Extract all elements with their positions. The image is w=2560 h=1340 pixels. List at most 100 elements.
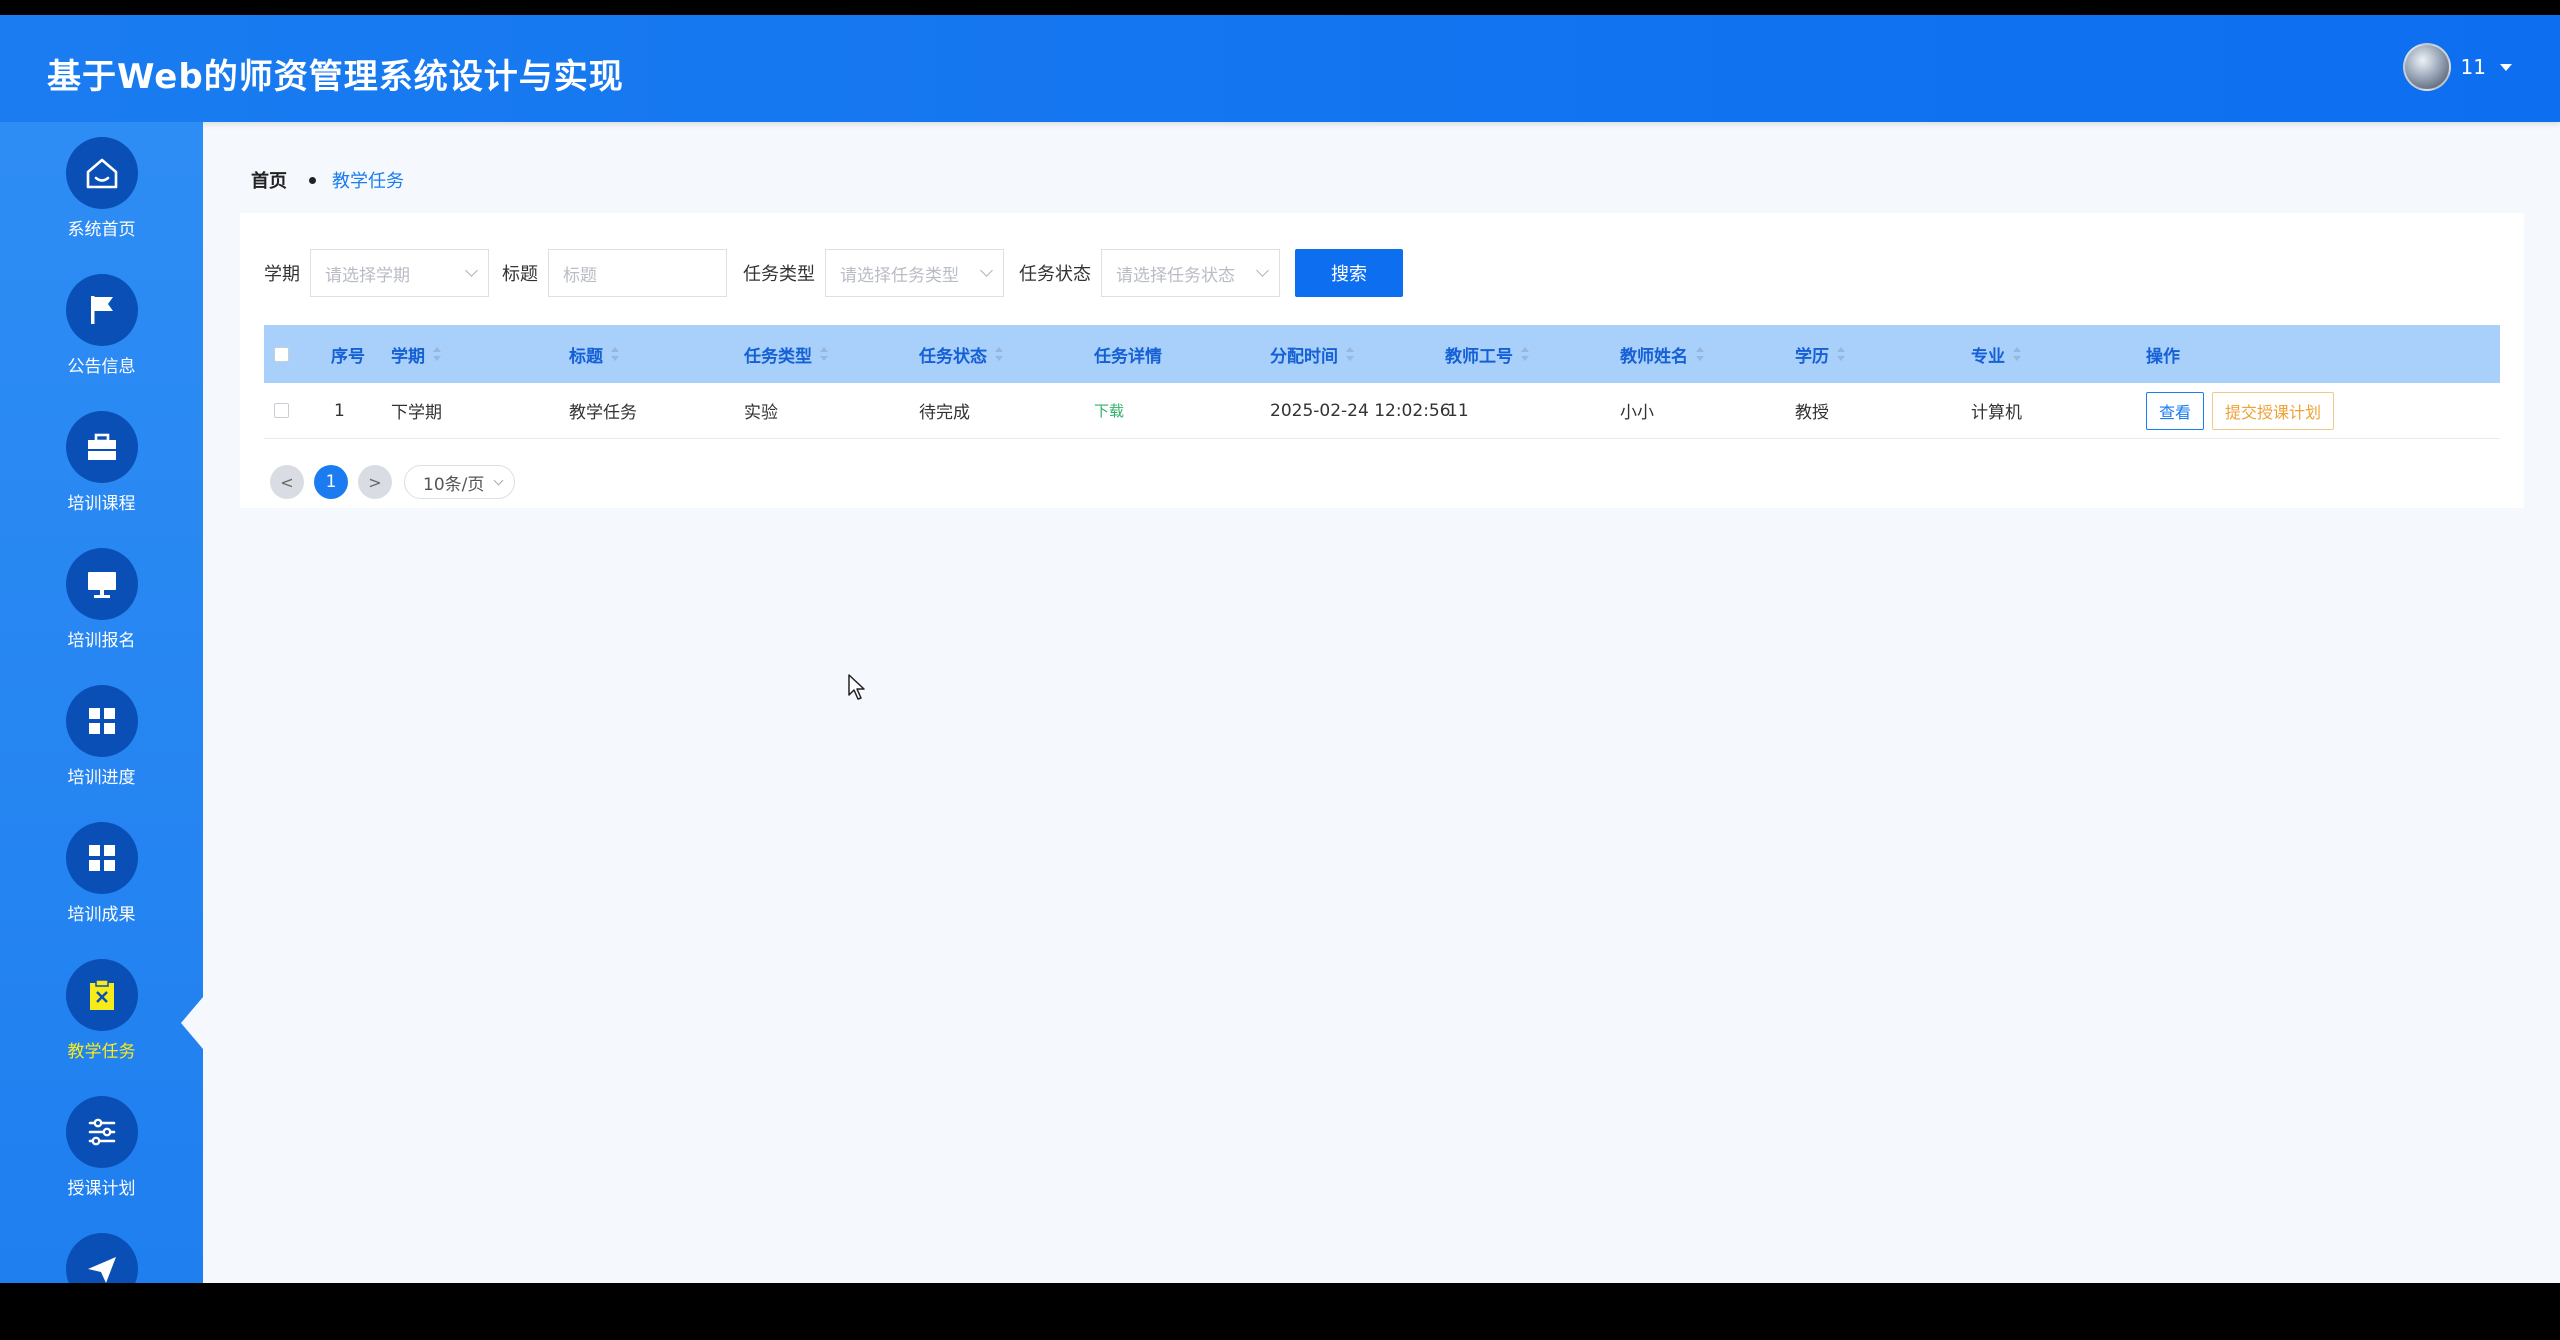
cell-education: 教授 <box>1795 403 1829 423</box>
breadcrumb-current: 教学任务 <box>332 171 404 192</box>
breadcrumb-home[interactable]: 首页 <box>251 167 287 193</box>
sort-icon <box>1346 347 1354 361</box>
sidebar-item-label: 系统首页 <box>67 220 136 240</box>
top-header: 基于Web的师资管理系统设计与实现 11 <box>0 15 2560 122</box>
column-header-detail: 任务详情 <box>1094 346 1162 367</box>
cell-assigned-time: 2025-02-24 12:02:56 <box>1270 400 1451 421</box>
semester-select[interactable]: 请选择学期 <box>310 249 489 297</box>
page-number[interactable]: 1 <box>314 465 348 499</box>
cell-actions: 查看 提交授课计划 <box>2146 391 2335 430</box>
user-menu[interactable]: 11 <box>2402 43 2512 91</box>
sliders-icon <box>65 1096 138 1168</box>
sidebar-item-label: 教学任务 <box>67 1042 136 1062</box>
content-panel: 学期 请选择学期 标题 标题 任务类型 请选择任务类型 任务状态 请选择任务状态 <box>240 213 2524 508</box>
sidebar: 系统首页 公告信息 培训课程 培训报名 培训进度 培训成果 教学任务 授课计划 <box>0 122 203 1283</box>
sidebar-item-more[interactable] <box>0 1233 203 1283</box>
type-filter: 任务类型 请选择任务类型 <box>743 249 1004 297</box>
column-header-teacher-id[interactable]: 教师工号 <box>1445 342 1529 367</box>
sort-icon <box>611 347 619 361</box>
cell-teacher-id: 11 <box>1447 400 1469 421</box>
breadcrumb: 首页 教学任务 <box>251 167 404 193</box>
cell-index: 1 <box>334 400 345 421</box>
sort-icon <box>995 347 1003 361</box>
row-checkbox[interactable] <box>274 403 289 418</box>
send-icon <box>65 1233 138 1283</box>
breadcrumb-separator <box>309 176 316 184</box>
cell-type: 实验 <box>744 403 778 423</box>
mouse-cursor-icon <box>848 674 865 700</box>
monitor-icon <box>65 548 138 620</box>
sidebar-item-lesson-plans[interactable]: 授课计划 <box>0 1096 203 1233</box>
title-label: 标题 <box>502 264 538 285</box>
semester-filter: 学期 请选择学期 <box>264 249 489 297</box>
sidebar-item-registration[interactable]: 培训报名 <box>0 548 203 685</box>
pagination: < 1 > 10条/页 <box>270 465 516 499</box>
semester-label: 学期 <box>264 264 300 285</box>
cell-semester: 下学期 <box>391 403 442 423</box>
active-indicator <box>181 997 203 1049</box>
sidebar-item-results[interactable]: 培训成果 <box>0 822 203 959</box>
cell-major: 计算机 <box>1971 403 2022 423</box>
column-header-index: 序号 <box>331 346 365 367</box>
chevron-down-icon <box>465 264 478 277</box>
username[interactable]: 11 <box>2461 55 2486 79</box>
sidebar-item-teaching-tasks[interactable]: 教学任务 <box>0 959 203 1096</box>
column-header-assigned-time[interactable]: 分配时间 <box>1270 342 1354 367</box>
app-screen: 基于Web的师资管理系统设计与实现 11 系统首页 公告信息 培训课程 培训报名… <box>0 15 2560 1283</box>
column-header-education[interactable]: 学历 <box>1795 342 1845 367</box>
status-select[interactable]: 请选择任务状态 <box>1101 249 1280 297</box>
clipboard-icon <box>65 959 138 1031</box>
select-all-checkbox[interactable] <box>274 346 289 362</box>
sidebar-item-courses[interactable]: 培训课程 <box>0 411 203 548</box>
caret-down-icon[interactable] <box>2500 63 2512 71</box>
sort-icon <box>1696 347 1704 361</box>
next-page-button[interactable]: > <box>358 465 392 499</box>
table-header: 序号 学期 标题 任务类型 任务状态 任务详情 分配时间 教师工号 教师姓名 学… <box>264 325 2500 383</box>
column-header-type[interactable]: 任务类型 <box>744 342 828 367</box>
download-link[interactable]: 下载 <box>1094 400 1124 421</box>
status-filter: 任务状态 请选择任务状态 <box>1019 249 1280 297</box>
sort-icon <box>820 347 828 361</box>
tasks-table: 序号 学期 标题 任务类型 任务状态 任务详情 分配时间 教师工号 教师姓名 学… <box>264 325 2500 439</box>
cell-status: 待完成 <box>919 403 970 423</box>
flag-icon <box>65 274 138 346</box>
table-row: 1 下学期 教学任务 实验 待完成 下载 2025-02-24 12:02:56… <box>264 383 2500 439</box>
briefcase-icon <box>65 411 138 483</box>
search-button[interactable]: 搜索 <box>1295 249 1403 297</box>
sidebar-item-notices[interactable]: 公告信息 <box>0 274 203 411</box>
sidebar-item-progress[interactable]: 培训进度 <box>0 685 203 822</box>
sidebar-item-home[interactable]: 系统首页 <box>0 137 203 274</box>
cell-teacher-name: 小小 <box>1620 403 1654 423</box>
column-header-actions: 操作 <box>2146 346 2180 367</box>
sidebar-item-label: 公告信息 <box>67 357 136 377</box>
app-title: 基于Web的师资管理系统设计与实现 <box>47 57 624 97</box>
semester-placeholder: 请选择学期 <box>325 265 410 286</box>
sidebar-item-label: 培训成果 <box>67 905 136 925</box>
sort-icon <box>1521 347 1529 361</box>
column-header-major[interactable]: 专业 <box>1971 342 2021 367</box>
sidebar-item-label: 授课计划 <box>67 1179 136 1199</box>
status-label: 任务状态 <box>1019 264 1091 285</box>
title-input[interactable]: 标题 <box>548 249 727 297</box>
submit-plan-button[interactable]: 提交授课计划 <box>2212 391 2335 430</box>
avatar[interactable] <box>2402 43 2451 91</box>
page-size-select[interactable]: 10条/页 <box>404 465 516 499</box>
column-header-title[interactable]: 标题 <box>569 342 619 367</box>
type-placeholder: 请选择任务类型 <box>840 265 959 286</box>
sort-icon <box>1837 347 1845 361</box>
prev-page-button[interactable]: < <box>270 465 304 499</box>
status-placeholder: 请选择任务状态 <box>1116 265 1235 286</box>
title-placeholder: 标题 <box>563 265 597 286</box>
sidebar-item-label: 培训课程 <box>67 494 136 514</box>
chevron-down-icon <box>1256 264 1269 277</box>
chevron-down-icon <box>493 475 504 486</box>
column-header-semester[interactable]: 学期 <box>391 342 441 367</box>
title-filter: 标题 标题 <box>502 249 727 297</box>
cell-title: 教学任务 <box>569 403 637 423</box>
column-header-teacher-name[interactable]: 教师姓名 <box>1620 342 1704 367</box>
chevron-down-icon <box>980 264 993 277</box>
view-button[interactable]: 查看 <box>2146 391 2205 430</box>
sidebar-item-label: 培训报名 <box>67 631 136 651</box>
column-header-status[interactable]: 任务状态 <box>919 342 1003 367</box>
type-select[interactable]: 请选择任务类型 <box>825 249 1004 297</box>
